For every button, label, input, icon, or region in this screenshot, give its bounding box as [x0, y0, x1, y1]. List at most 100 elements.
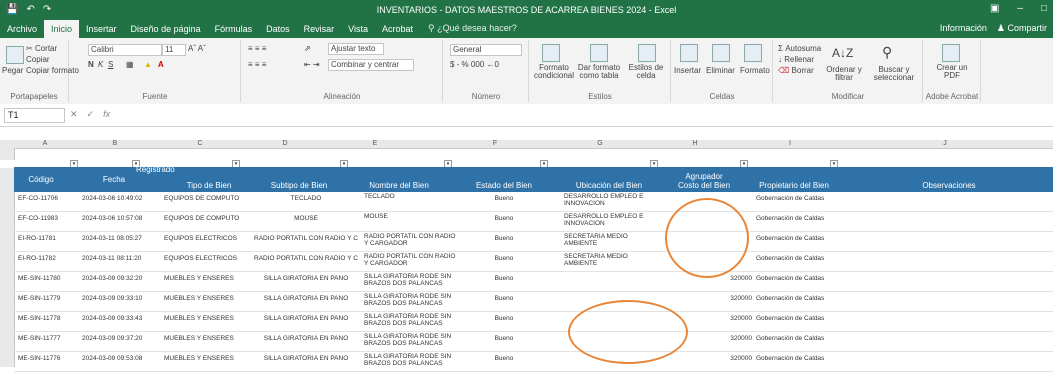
cell-ubicacion[interactable]: SECRETARIA MEDIO AMBIENTE	[564, 253, 654, 267]
cell-costo[interactable]: 320000	[694, 295, 752, 302]
cell-ubicacion[interactable]: SECRETARIA MEDIO AMBIENTE	[564, 233, 654, 247]
indent-icon[interactable]: ⇤ ⇥	[304, 60, 320, 69]
cell-estado[interactable]: Bueno	[459, 355, 549, 362]
cell-ubicacion[interactable]: DESARROLLO EMPLEO E INNOVACION	[564, 193, 654, 207]
table-row[interactable]: EF-CO-11983 2024-03-06 10:57:08 EQUIPOS …	[14, 212, 1053, 232]
cell-codigo[interactable]: EF-CO-11706	[18, 195, 78, 202]
underline-icon[interactable]: S	[108, 60, 113, 69]
italic-icon[interactable]: K	[98, 60, 103, 69]
cell-fecha[interactable]: 2024-03-06 10:49:02	[82, 195, 162, 202]
currency-icon[interactable]: $ - % 000 ←0	[450, 60, 499, 69]
font-size-select[interactable]: 11	[162, 44, 186, 56]
delete-cells-button[interactable]: Eliminar	[706, 66, 735, 75]
header-fecha[interactable]: Fecha	[84, 175, 144, 184]
cell-propietario[interactable]: Gobernación de Caldas	[756, 335, 856, 342]
find-magnifier-icon[interactable]: ⚲	[882, 44, 892, 61]
cell-subtipo[interactable]: SILLA GIRATORIA EN PAÑO	[254, 275, 358, 282]
column-header[interactable]: C	[170, 140, 230, 148]
cell-tipo[interactable]: EQUIPOS DE CÓMPUTO	[164, 215, 252, 222]
cell-propietario[interactable]: Gobernación de Caldas	[756, 255, 856, 262]
cell-estado[interactable]: Bueno	[459, 195, 549, 202]
cell-subtipo[interactable]: SILLA GIRATORIA EN PAÑO	[254, 355, 358, 362]
minimize-icon[interactable]: –	[1017, 3, 1023, 14]
cell-tipo[interactable]: MUEBLES Y ENSERES	[164, 275, 252, 282]
autosum-button[interactable]: Σ Autosuma	[778, 44, 821, 53]
header-subtipo[interactable]: Subtipo de Bien	[254, 181, 344, 190]
paste-icon[interactable]	[6, 46, 24, 64]
cell-nombre[interactable]: SILLA GIRATORIA RODE SIN BRAZOS DOS PALA…	[364, 293, 456, 307]
cell-subtipo[interactable]: SILLA GIRATORIA EN PAÑO	[254, 315, 358, 322]
cell-codigo[interactable]: EI-RO-11781	[18, 235, 78, 242]
font-color-icon[interactable]: A	[158, 60, 164, 69]
font-grow-icon[interactable]: Aˆ Aˇ	[188, 44, 206, 53]
cell-fecha[interactable]: 2024-03-06 10:57:08	[82, 215, 162, 222]
column-header[interactable]: H	[670, 140, 720, 148]
cell-subtipo[interactable]: MOUSE	[254, 215, 358, 222]
cell-tipo[interactable]: EQUIPOS ELECTRICOS	[164, 255, 252, 262]
cell-fecha[interactable]: 2024-03-09 09:33:10	[82, 295, 162, 302]
merge-center-button[interactable]: Combinar y centrar	[328, 59, 414, 71]
cell-estado[interactable]: Bueno	[459, 255, 549, 262]
maximize-icon[interactable]: □	[1041, 3, 1047, 14]
format-cells-icon[interactable]	[744, 44, 762, 62]
cell-subtipo[interactable]: RADIO PORTATIL CON RADIO Y CARGADOR	[254, 255, 358, 262]
cell-codigo[interactable]: ME-SIN-11776	[18, 355, 78, 362]
header-costo[interactable]: Costo del Bien	[664, 181, 744, 190]
table-row[interactable]: EI-RO-11781 2024-03-11 08:05:27 EQUIPOS …	[14, 232, 1053, 252]
cell-costo[interactable]: 320000	[694, 315, 752, 322]
format-table-icon[interactable]	[590, 44, 608, 62]
cell-fecha[interactable]: 2024-03-11 08:11:20	[82, 255, 162, 262]
create-pdf-button[interactable]: Crear un PDF	[930, 64, 974, 80]
tab-acrobat[interactable]: Acrobat	[375, 20, 420, 38]
header-agrupador[interactable]: Agrupador	[654, 172, 754, 181]
delete-cells-icon[interactable]	[712, 44, 730, 62]
tab-diseno-pagina[interactable]: Diseño de página	[124, 20, 208, 38]
cell-propietario[interactable]: Gobernación de Caldas	[756, 215, 856, 222]
header-nombre[interactable]: Nombre del Bien	[344, 181, 454, 190]
cell-propietario[interactable]: Gobernación de Caldas	[756, 295, 856, 302]
cell-nombre[interactable]: MOUSE	[364, 213, 456, 220]
align-left-icon[interactable]: ≡ ≡ ≡	[248, 60, 266, 69]
tab-inicio[interactable]: Inicio	[44, 20, 80, 38]
cell-codigo[interactable]: EF-CO-11983	[18, 215, 78, 222]
cell-nombre[interactable]: SILLA GIRATORIA RODE SIN BRAZOS DOS PALA…	[364, 353, 456, 367]
column-header[interactable]: D	[255, 140, 315, 148]
cell-subtipo[interactable]: SILLA GIRATORIA EN PAÑO	[254, 335, 358, 342]
cell-fecha[interactable]: 2024-03-09 09:33:43	[82, 315, 162, 322]
cell-estado[interactable]: Bueno	[459, 335, 549, 342]
ribbon-display-icon[interactable]: ▣	[990, 3, 999, 14]
borders-icon[interactable]: ▦	[126, 60, 134, 69]
font-name-select[interactable]: Calibri	[88, 44, 162, 56]
cell-subtipo[interactable]: TECLADO	[254, 195, 358, 202]
cut-button[interactable]: ✂ Cortar	[26, 44, 57, 53]
enter-icon[interactable]: ✓	[87, 109, 95, 120]
cell-nombre[interactable]: SILLA GIRATORIA RODE SIN BRAZOS DOS PALA…	[364, 313, 456, 327]
header-codigo[interactable]: Código	[16, 175, 66, 184]
table-row[interactable]: EF-CO-11706 2024-03-06 10:49:02 EQUIPOS …	[14, 192, 1053, 212]
cell-nombre[interactable]: SILLA GIRATORIA RODE SIN BRAZOS DOS PALA…	[364, 273, 456, 287]
tell-me-search[interactable]: ⚲ ¿Qué desea hacer?	[420, 20, 525, 38]
column-header[interactable]: A	[20, 140, 70, 148]
cell-codigo[interactable]: EI-RO-11782	[18, 255, 78, 262]
bold-icon[interactable]: N	[88, 60, 94, 69]
format-cells-button[interactable]: Formato	[740, 66, 770, 75]
header-propietario[interactable]: Propietario del Bien	[744, 181, 844, 190]
cell-costo[interactable]: 320000	[694, 335, 752, 342]
orientation-icon[interactable]: ⇗	[304, 44, 311, 53]
cell-codigo[interactable]: ME-SIN-11780	[18, 275, 78, 282]
name-box[interactable]: T1	[4, 108, 65, 123]
cell-codigo[interactable]: ME-SIN-11778	[18, 315, 78, 322]
cell-estado[interactable]: Bueno	[459, 275, 549, 282]
header-ubicacion[interactable]: Ubicación del Bien	[559, 181, 659, 190]
cell-tipo[interactable]: EQUIPOS ELECTRICOS	[164, 235, 252, 242]
sort-filter-icon[interactable]: A↓Z	[832, 46, 853, 60]
tab-revisar[interactable]: Revisar	[297, 20, 342, 38]
cell-tipo[interactable]: MUEBLES Y ENSERES	[164, 335, 252, 342]
cell-nombre[interactable]: SILLA GIRATORIA RODE SIN BRAZOS DOS PALA…	[364, 333, 456, 347]
cell-tipo[interactable]: EQUIPOS DE CÓMPUTO	[164, 195, 252, 202]
tab-insertar[interactable]: Insertar	[79, 20, 124, 38]
column-header[interactable]: I	[765, 140, 815, 148]
cell-fecha[interactable]: 2024-03-09 09:37:20	[82, 335, 162, 342]
fx-icon[interactable]: fx	[103, 109, 110, 120]
wrap-text-button[interactable]: Ajustar texto	[328, 43, 384, 55]
